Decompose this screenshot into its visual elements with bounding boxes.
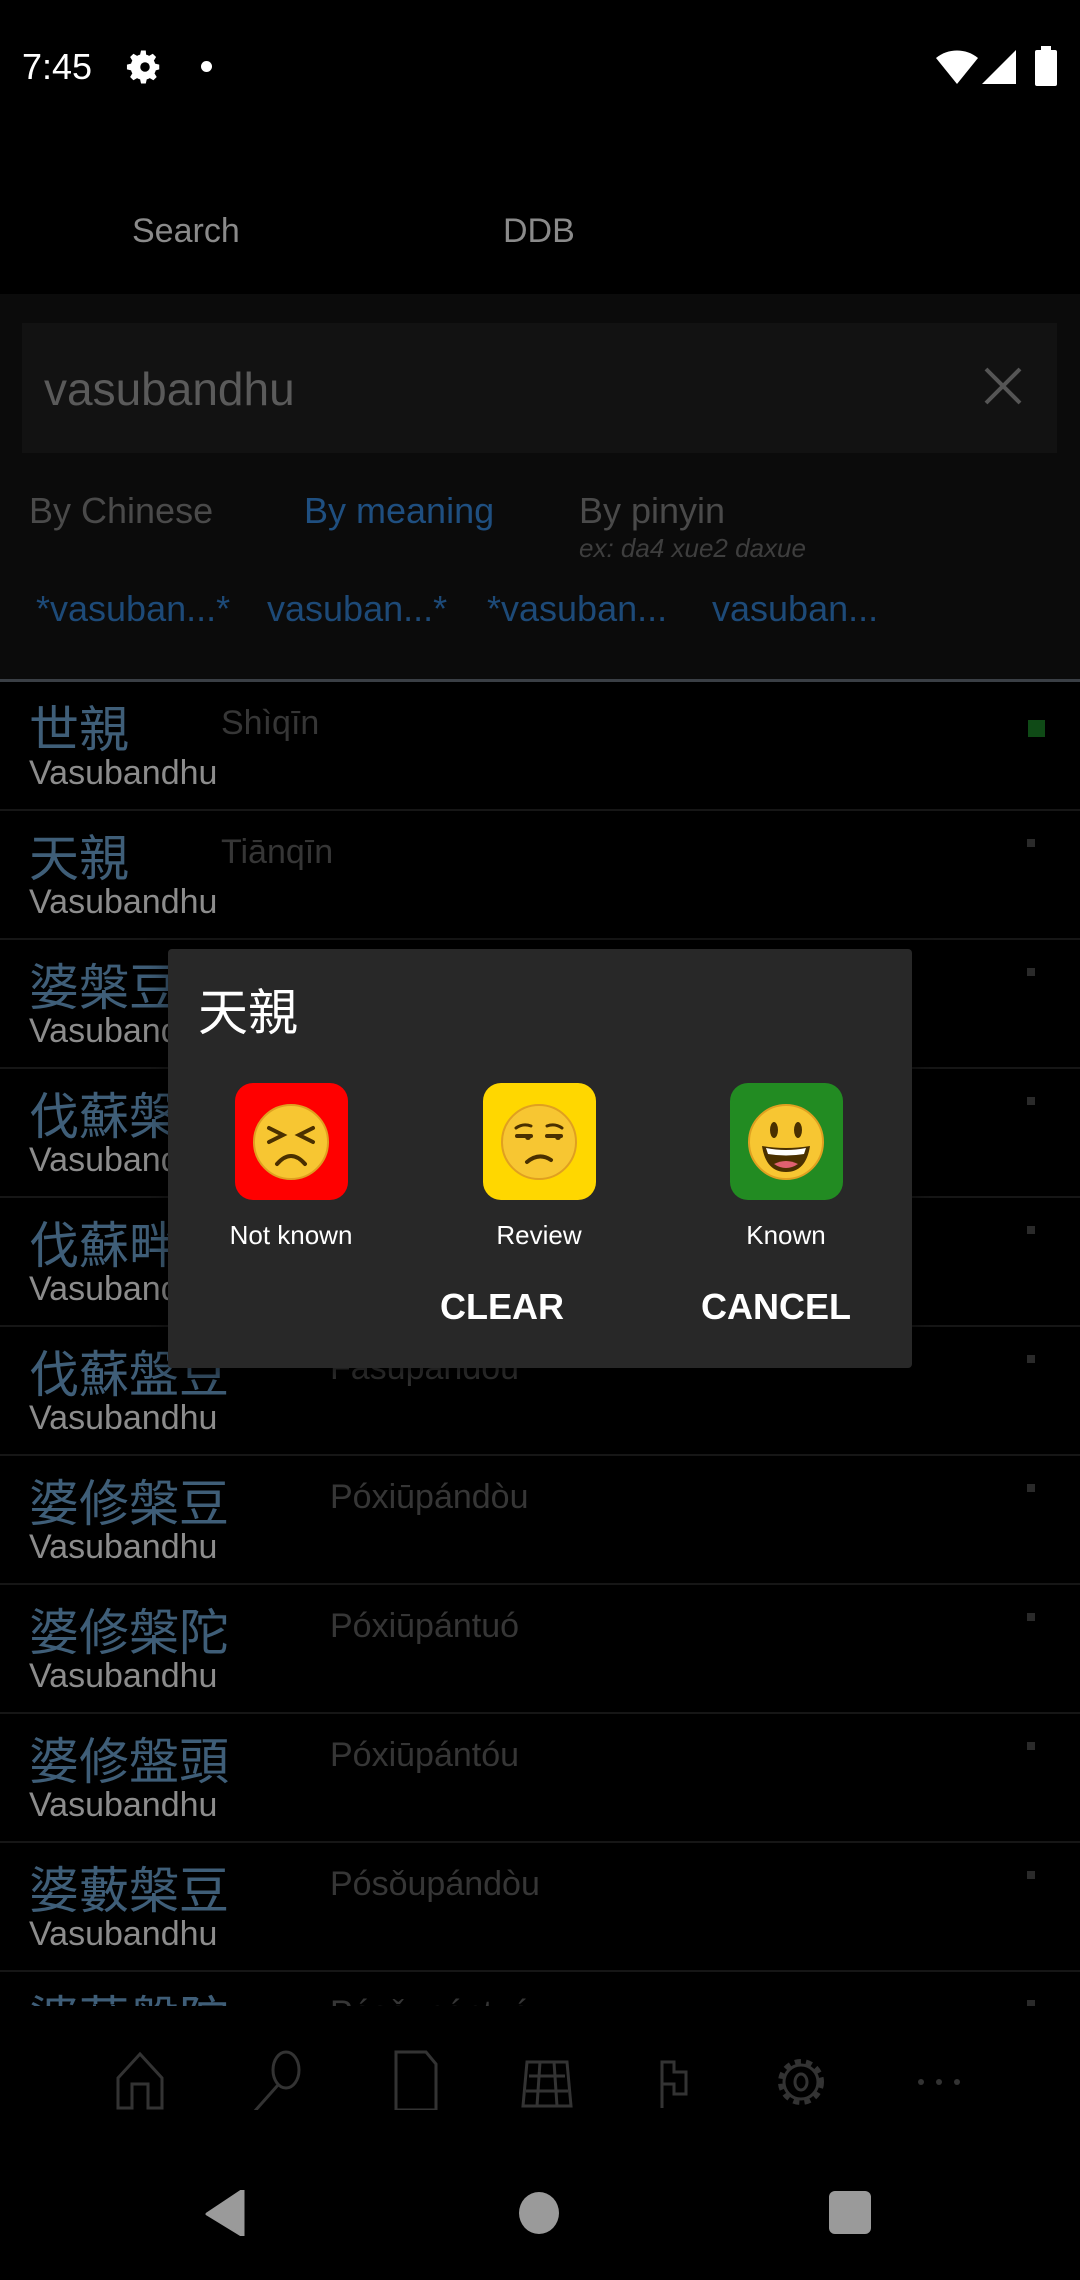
result-row[interactable]: 婆修槃豆 Póxiūpándòu Vasubandhu <box>0 1456 1080 1585</box>
result-chinese: 婆修盤頭 <box>29 1734 229 1790</box>
result-pinyin: Tiānqīn <box>221 833 334 871</box>
home-icon[interactable] <box>110 2050 170 2110</box>
result-chinese: 婆槃豆 <box>29 960 179 1016</box>
more-icon[interactable] <box>909 2050 969 2110</box>
known-button[interactable] <box>729 1083 843 1200</box>
close-icon[interactable] <box>980 363 1026 409</box>
status-dot-icon <box>1027 1613 1035 1621</box>
status-dot-icon <box>1027 1355 1035 1363</box>
result-pinyin: Shìqīn <box>221 704 320 742</box>
result-row[interactable]: 天親 Tiānqīn Vasubandhu <box>0 811 1080 940</box>
battery-icon <box>1035 46 1057 86</box>
recents-icon[interactable] <box>829 2191 871 2234</box>
flag-icon[interactable] <box>642 2050 702 2110</box>
unamused-face-icon <box>501 1103 577 1180</box>
signal-icon <box>982 50 1016 84</box>
result-meaning: Vasubandhu <box>29 1915 218 1953</box>
result-meaning: Vasubandhu <box>29 883 218 921</box>
result-chinese: 世親 <box>29 702 129 758</box>
filter-by-meaning[interactable]: By meaning <box>304 490 494 532</box>
cancel-button[interactable]: CANCEL <box>701 1286 851 1328</box>
result-row[interactable]: 婆藪槃豆 Pósǒupándòu Vasubandhu <box>0 1843 1080 1972</box>
status-dot-icon <box>1027 1871 1035 1879</box>
status-dot-icon <box>1027 839 1035 847</box>
back-icon[interactable] <box>205 2190 245 2236</box>
grid-icon[interactable] <box>517 2050 577 2110</box>
option-label: Known <box>746 1220 826 1250</box>
persevering-face-icon <box>253 1103 329 1180</box>
result-meaning: Vasubandhu <box>29 1657 218 1695</box>
review-option[interactable]: Review <box>439 1083 639 1251</box>
suggestion-chip[interactable]: *vasuban...* <box>36 588 230 630</box>
result-chinese: 天親 <box>29 831 129 887</box>
tab-search[interactable]: Search <box>132 212 240 251</box>
result-chinese: 伐蘇畔 <box>29 1218 179 1274</box>
result-row[interactable]: 婆修盤頭 Póxiūpántóu Vasubandhu <box>0 1714 1080 1843</box>
option-label: Review <box>496 1220 582 1250</box>
known-status-icon <box>1028 720 1045 737</box>
result-pinyin: Póxiūpántóu <box>330 1736 520 1774</box>
wifi-icon <box>936 50 978 84</box>
filter-by-chinese[interactable]: By Chinese <box>29 490 213 532</box>
settings-icon[interactable] <box>771 2050 831 2110</box>
search-input-value[interactable]: vasubandhu <box>44 362 295 416</box>
filter-by-pinyin[interactable]: By pinyin <box>579 490 725 532</box>
suggestion-chip[interactable]: vasuban... <box>712 588 878 630</box>
status-dialog: 天親 Not known Review Known CLEAR CANCEL <box>168 949 912 1368</box>
result-meaning: Vasubandhu <box>29 1528 218 1566</box>
option-label: Not known <box>229 1220 353 1250</box>
known-option[interactable]: Known <box>686 1083 886 1251</box>
result-row[interactable]: 世親 Shìqīn Vasubandhu <box>0 682 1080 811</box>
result-pinyin: Póxiūpántuó <box>330 1607 520 1645</box>
dialog-title: 天親 <box>198 985 298 1041</box>
tab-ddb[interactable]: DDB <box>503 212 575 251</box>
suggestion-chip[interactable]: vasuban...* <box>267 588 447 630</box>
result-chinese: 婆修槃陀 <box>29 1605 229 1661</box>
result-meaning: Vasubandhu <box>29 1786 218 1824</box>
not-known-button[interactable] <box>234 1083 348 1200</box>
result-chinese: 婆藪槃豆 <box>29 1863 229 1919</box>
status-bar: 7:45 <box>0 0 1080 130</box>
status-time: 7:45 <box>22 46 93 87</box>
result-chinese: 婆藪盤陀 <box>29 1980 229 2006</box>
result-row[interactable]: 婆藪盤陀 Pósǒupántuó <box>0 1972 1080 2006</box>
document-icon[interactable] <box>386 2050 446 2110</box>
status-dot-icon <box>1027 1742 1035 1750</box>
result-chinese: 伐蘇槃 <box>29 1089 179 1145</box>
result-pinyin: Pósǒupándòu <box>330 1865 540 1903</box>
suggestion-chip[interactable]: *vasuban... <box>487 588 667 630</box>
result-row[interactable]: 婆修槃陀 Póxiūpántuó Vasubandhu <box>0 1585 1080 1714</box>
status-dot-icon <box>1027 1484 1035 1492</box>
home-button-icon[interactable] <box>519 2192 559 2234</box>
search-icon[interactable] <box>246 2050 306 2110</box>
status-dot-icon <box>1027 1097 1035 1105</box>
not-known-option[interactable]: Not known <box>191 1083 391 1251</box>
result-chinese: 婆修槃豆 <box>29 1476 229 1532</box>
pinyin-hint: ex: da4 xue2 daxue <box>579 533 806 563</box>
status-dot-icon <box>1027 1226 1035 1234</box>
result-pinyin: Pósǒupántuó <box>330 1994 530 2006</box>
smiling-face-icon <box>748 1103 824 1180</box>
notification-dot-icon <box>201 61 212 72</box>
result-pinyin: Póxiūpándòu <box>330 1478 529 1516</box>
status-dot-icon <box>1027 968 1035 976</box>
gear-icon <box>126 50 160 84</box>
clear-button[interactable]: CLEAR <box>440 1286 564 1328</box>
result-meaning: Vasubandhu <box>29 1399 218 1437</box>
review-button[interactable] <box>482 1083 596 1200</box>
result-meaning: Vasubandhu <box>29 754 218 792</box>
